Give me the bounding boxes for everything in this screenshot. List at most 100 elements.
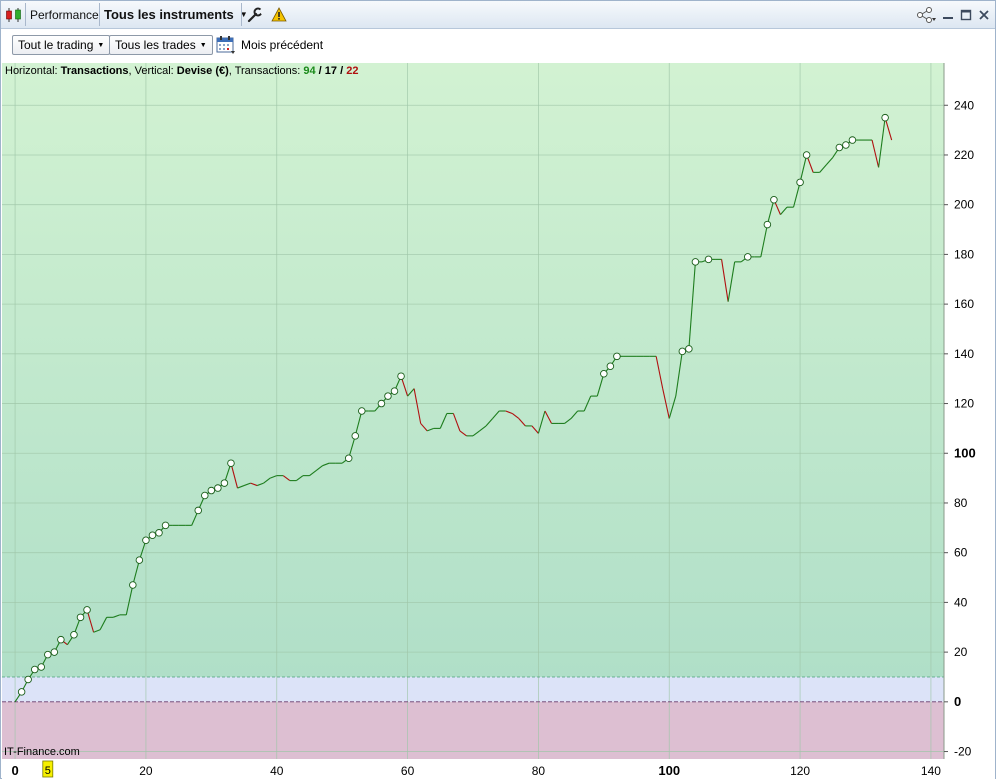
x-tick-label: 0 bbox=[11, 763, 18, 778]
instruments-label: Tous les instruments bbox=[104, 7, 234, 22]
peak-marker bbox=[37, 663, 46, 671]
peak-marker bbox=[796, 178, 804, 187]
performance-window: Performance Tous les instruments ▼ Tout … bbox=[0, 0, 996, 779]
vertical-prefix: , Vertical: bbox=[128, 65, 177, 77]
wrench-icon[interactable] bbox=[247, 1, 263, 28]
peak-marker bbox=[351, 432, 360, 440]
peak-marker bbox=[390, 387, 399, 395]
peak-marker bbox=[161, 521, 170, 530]
vertical-value: Devise (€) bbox=[176, 65, 229, 77]
title-bar: Performance Tous les instruments ▼ bbox=[1, 1, 995, 29]
equity-chart: -20 0 20 40 60 80 100 120 140 160 180 200 220 240 0 20 4… bbox=[2, 63, 995, 779]
title-separator bbox=[25, 3, 26, 26]
peak-marker bbox=[44, 650, 52, 659]
peak-marker bbox=[842, 141, 850, 149]
trades-filter-label: Tous les trades bbox=[115, 38, 196, 52]
peak-marker bbox=[155, 529, 163, 537]
x-tick-label: 120 bbox=[790, 764, 810, 778]
y-tick-label: 60 bbox=[954, 546, 968, 560]
peak-marker bbox=[148, 531, 157, 540]
peak-marker bbox=[848, 136, 857, 144]
share-icon[interactable] bbox=[915, 7, 937, 23]
caret-down-icon: ▼ bbox=[97, 41, 105, 49]
performance-label: Performance bbox=[30, 7, 99, 22]
peak-marker bbox=[220, 479, 229, 487]
maximize-icon[interactable] bbox=[959, 8, 973, 22]
peak-marker bbox=[227, 459, 235, 467]
y-tick-label: 180 bbox=[954, 247, 974, 261]
peak-marker bbox=[344, 454, 353, 462]
watermark: IT-Finance.com bbox=[4, 746, 80, 758]
horizontal-value: Transactions bbox=[60, 65, 129, 77]
y-tick-label: 120 bbox=[954, 397, 974, 411]
count-separator: / bbox=[315, 65, 325, 77]
peak-marker bbox=[17, 688, 26, 696]
peak-marker bbox=[704, 255, 713, 264]
winning-count: 94 bbox=[303, 65, 316, 77]
peak-marker bbox=[377, 399, 386, 408]
peak-marker bbox=[135, 556, 144, 564]
chart-header: Horizontal: Transactions, Vertical: Devi… bbox=[5, 65, 358, 77]
transactions-prefix: , Transactions: bbox=[228, 65, 304, 77]
y-tick-label: 80 bbox=[954, 496, 968, 510]
peak-marker bbox=[76, 613, 85, 622]
peak-marker bbox=[763, 220, 772, 229]
peak-marker bbox=[600, 369, 608, 378]
y-tick-label: 100 bbox=[954, 445, 976, 460]
neutral-count: 17 bbox=[324, 65, 338, 77]
trading-filter-dropdown[interactable]: Tout le trading ▼ bbox=[12, 35, 111, 55]
instruments-dropdown[interactable]: Tous les instruments ▼ bbox=[104, 1, 248, 28]
warning-icon[interactable] bbox=[271, 1, 287, 28]
losing-count: 22 bbox=[346, 65, 359, 77]
close-icon[interactable] bbox=[977, 8, 991, 22]
trades-filter-dropdown[interactable]: Tous les trades ▼ bbox=[109, 35, 213, 55]
x-tick-label: 40 bbox=[270, 764, 284, 778]
peak-marker bbox=[881, 113, 889, 122]
peak-marker bbox=[397, 372, 405, 380]
peak-marker bbox=[142, 536, 150, 545]
x-tick-label: 20 bbox=[139, 764, 153, 778]
peak-marker bbox=[83, 606, 91, 614]
buffer-zone bbox=[2, 676, 944, 702]
toolbar: Tout le trading ▼ Tous les trades ▼ Mois… bbox=[1, 29, 995, 63]
count-separator: / bbox=[337, 65, 347, 77]
period-label[interactable]: Mois précédent bbox=[241, 38, 323, 52]
peak-marker bbox=[129, 581, 137, 589]
title-separator bbox=[241, 3, 242, 26]
peak-marker bbox=[201, 491, 209, 500]
peak-marker bbox=[70, 630, 78, 639]
peak-marker bbox=[835, 143, 844, 152]
caret-down-icon: ▼ bbox=[199, 41, 207, 49]
y-tick-label: -20 bbox=[954, 745, 972, 759]
x-tick-label: 80 bbox=[532, 764, 546, 778]
y-tick-label: 200 bbox=[954, 198, 974, 212]
x-tick-label: 140 bbox=[921, 764, 941, 778]
peak-marker bbox=[207, 486, 216, 495]
cursor-tick-label: 5 bbox=[45, 765, 51, 777]
x-tick-label: 60 bbox=[401, 764, 415, 778]
minimize-icon[interactable] bbox=[941, 8, 955, 22]
peak-marker bbox=[744, 253, 752, 261]
y-tick-label: 220 bbox=[954, 148, 974, 162]
peak-marker bbox=[770, 195, 778, 204]
peak-marker bbox=[384, 392, 392, 400]
y-tick-label: 140 bbox=[954, 347, 974, 361]
peak-marker bbox=[606, 362, 615, 371]
peak-marker bbox=[194, 506, 202, 515]
peak-marker bbox=[678, 347, 687, 356]
peak-marker bbox=[24, 675, 32, 684]
peak-marker bbox=[214, 484, 222, 492]
y-tick-label: 40 bbox=[954, 595, 968, 609]
horizontal-prefix: Horizontal: bbox=[5, 65, 61, 77]
performance-tab[interactable]: Performance bbox=[30, 1, 99, 28]
window-controls bbox=[915, 4, 991, 26]
candlestick-icon bbox=[4, 1, 24, 28]
peak-marker bbox=[685, 345, 693, 353]
peak-marker bbox=[691, 258, 700, 266]
trading-filter-label: Tout le trading bbox=[18, 38, 94, 52]
peak-marker bbox=[57, 635, 65, 644]
peak-marker bbox=[50, 648, 59, 656]
peak-marker bbox=[30, 665, 39, 674]
calendar-icon[interactable] bbox=[216, 35, 236, 55]
peak-marker bbox=[358, 407, 366, 415]
